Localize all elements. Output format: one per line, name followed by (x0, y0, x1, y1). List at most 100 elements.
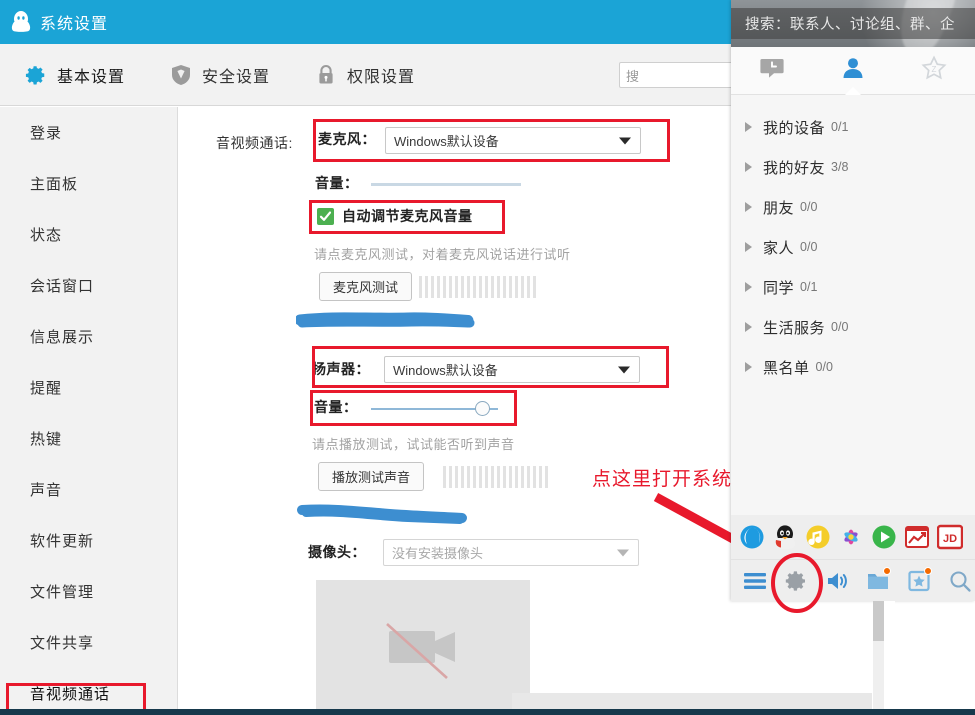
microphone-test-button-label: 麦克风测试 (333, 280, 399, 295)
star-group-icon: Z (921, 55, 947, 86)
sidebar-item-label: 登录 (30, 125, 63, 142)
slider-handle[interactable] (475, 401, 490, 416)
sidebar-item-chat-window[interactable]: 会话窗口 (0, 260, 177, 311)
qq-penguin-icon (10, 10, 32, 34)
sidebar-item-label: 状态 (30, 227, 63, 244)
qq-music-icon[interactable] (805, 524, 831, 550)
sidebar-item-status[interactable]: 状态 (0, 209, 177, 260)
stock-app-icon[interactable] (904, 524, 930, 550)
qq-search-input[interactable]: 搜索：联系人、讨论组、群、企 (731, 8, 975, 39)
menu-icon[interactable] (741, 567, 769, 595)
gear-icon[interactable] (782, 567, 810, 595)
tab-security-settings[interactable]: 安全设置 (169, 63, 270, 87)
chevron-down-icon (617, 549, 629, 556)
slider-track (371, 183, 521, 186)
sidebar-item-info-display[interactable]: 信息展示 (0, 311, 177, 362)
scrollbar-thumb[interactable] (873, 601, 884, 641)
checkbox-checked-icon[interactable] (317, 207, 334, 225)
microphone-device-select[interactable]: Windows默认设备 (385, 127, 641, 154)
svg-text:Z: Z (932, 65, 937, 74)
search-input-value: 搜 (626, 68, 640, 84)
qq-group-count: 0/0 (800, 200, 818, 214)
bookmark-icon[interactable] (905, 566, 933, 595)
qq-search-text: 搜索：联系人、讨论组、群、企 (745, 17, 955, 33)
qq-group-item[interactable]: 我的好友 3/8 (731, 147, 975, 187)
microphone-volume-slider[interactable] (371, 177, 521, 193)
sidebar-item-software-update[interactable]: 软件更新 (0, 515, 177, 566)
search-icon[interactable] (946, 567, 974, 595)
qq-tab-groups[interactable]: Z (894, 47, 975, 95)
qq-group-name: 同学 (763, 279, 795, 297)
camera-device-value: 没有安装摄像头 (392, 546, 484, 561)
sidebar-item-sound[interactable]: 声音 (0, 464, 177, 515)
window-scrollbar[interactable] (873, 601, 895, 709)
camera-off-icon (371, 608, 475, 682)
microphone-level-meter (419, 276, 536, 298)
browser-icon[interactable] (739, 524, 765, 550)
taskbar-gray-strip (512, 693, 872, 709)
sidebar-item-label: 声音 (30, 482, 63, 499)
sidebar-item-label: 文件管理 (30, 584, 95, 601)
folder-icon[interactable] (864, 566, 892, 595)
speaker-device-select[interactable]: Windows默认设备 (384, 356, 640, 383)
qq-group-item[interactable]: 生活服务 0/0 (731, 307, 975, 347)
qq-group-item[interactable]: 朋友 0/0 (731, 187, 975, 227)
sidebar-item-label: 热键 (30, 431, 63, 448)
speaker-test-button[interactable]: 播放测试声音 (318, 462, 425, 491)
sidebar-item-main-panel[interactable]: 主面板 (0, 158, 177, 209)
notification-badge (924, 566, 932, 575)
microphone-volume-label: 音量： (315, 175, 359, 191)
auto-adjust-mic-checkbox-row[interactable]: 自动调节麦克风音量 (317, 206, 473, 226)
qq-tab-messages[interactable] (731, 47, 812, 95)
chevron-right-icon[interactable] (745, 362, 752, 372)
camera-device-select[interactable]: 没有安装摄像头 (383, 539, 639, 566)
camera-label: 摄像头： (308, 544, 366, 560)
chevron-right-icon[interactable] (745, 202, 752, 212)
jd-app-icon[interactable]: JD (936, 524, 964, 550)
play-store-icon[interactable] (871, 524, 897, 550)
camera-preview (316, 580, 530, 709)
chevron-right-icon[interactable] (745, 242, 752, 252)
qq-group-name: 家人 (763, 239, 795, 257)
qq-group-name: 我的设备 (763, 119, 826, 137)
qq-group-item[interactable]: 同学 0/1 (731, 267, 975, 307)
qq-panel-header: 搜索：联系人、讨论组、群、企 (731, 0, 975, 47)
speaker-icon[interactable] (823, 567, 851, 595)
speaker-volume-slider[interactable] (371, 401, 498, 417)
chevron-right-icon[interactable] (745, 162, 752, 172)
tab-basic-settings[interactable]: 基本设置 (24, 63, 125, 87)
message-icon (759, 55, 785, 86)
qq-contact-group-list[interactable]: 我的设备 0/1 我的好友 3/8 朋友 0/0 家人 0/0 同学 0/1 生… (731, 95, 975, 515)
chevron-right-icon[interactable] (745, 322, 752, 332)
sidebar-item-login[interactable]: 登录 (0, 107, 177, 158)
qq-group-name: 黑名单 (763, 359, 810, 377)
qq-group-item[interactable]: 家人 0/0 (731, 227, 975, 267)
qq-group-item[interactable]: 我的设备 0/1 (731, 107, 975, 147)
speaker-volume-label: 音量： (314, 399, 358, 415)
shield-icon (169, 63, 193, 87)
sidebar-item-label: 会话窗口 (30, 278, 95, 295)
tab-permission-settings[interactable]: 权限设置 (314, 63, 415, 87)
notification-badge (883, 566, 891, 575)
sidebar-item-file-sharing[interactable]: 文件共享 (0, 617, 177, 668)
speaker-label: 扬声器： (312, 361, 370, 377)
qq-tab-contacts[interactable] (812, 47, 893, 96)
qq-penguin-icon[interactable] (772, 524, 798, 550)
sidebar-item-label: 音视频通话 (30, 686, 111, 703)
section-label-av-call: 音视频通话: (216, 135, 293, 151)
chevron-right-icon[interactable] (745, 122, 752, 132)
sidebar-item-reminder[interactable]: 提醒 (0, 362, 177, 413)
screenshot-root: 系统设置 基本设置 安全设置 权限设置 搜 登录 主面板 状态 会话窗口 信息展… (0, 0, 975, 715)
speaker-test-button-label: 播放测试声音 (332, 470, 411, 485)
speaker-row: 扬声器： (312, 359, 370, 379)
qq-group-count: 0/0 (800, 240, 818, 254)
chevron-right-icon[interactable] (745, 282, 752, 292)
microphone-test-button[interactable]: 麦克风测试 (319, 272, 413, 301)
sidebar-item-hotkeys[interactable]: 热键 (0, 413, 177, 464)
tab-security-settings-label: 安全设置 (202, 68, 271, 86)
lock-icon (314, 63, 338, 87)
flower-app-icon[interactable] (838, 524, 864, 550)
sidebar-item-file-management[interactable]: 文件管理 (0, 566, 177, 617)
sidebar-item-av-call[interactable]: 音视频通话 (0, 668, 177, 715)
qq-group-item[interactable]: 黑名单 0/0 (731, 347, 975, 387)
